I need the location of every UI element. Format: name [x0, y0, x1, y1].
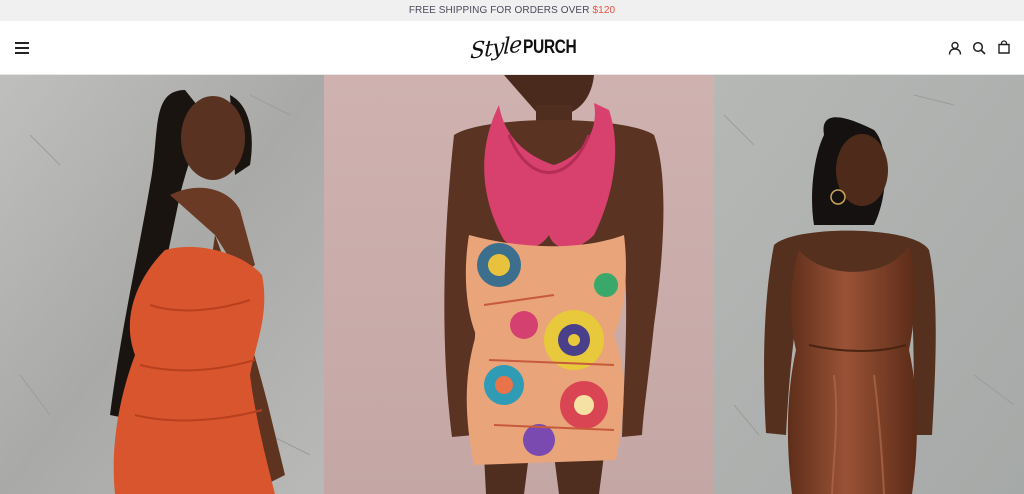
hero-image-orange-dress[interactable] [0, 75, 324, 494]
site-header: Style PURCH [0, 21, 1024, 75]
logo-word: PURCH [523, 37, 577, 58]
hero-image-floral-halter-dress[interactable] [324, 75, 714, 494]
logo-script: Style [469, 31, 522, 65]
announcement-price: $120 [592, 5, 616, 16]
menu-icon[interactable] [15, 42, 29, 54]
site-logo[interactable]: Style PURCH [470, 31, 588, 65]
hero-image-brown-leather-dress[interactable] [714, 75, 1024, 494]
cart-icon[interactable] [997, 40, 1011, 54]
hero-gallery [0, 75, 1024, 494]
search-icon[interactable] [972, 41, 986, 55]
announcement-text: FREE SHIPPING FOR ORDERS OVER [408, 5, 590, 16]
account-icon[interactable] [948, 41, 962, 55]
announcement-bar: FREE SHIPPING FOR ORDERS OVER $120 [0, 0, 1024, 21]
